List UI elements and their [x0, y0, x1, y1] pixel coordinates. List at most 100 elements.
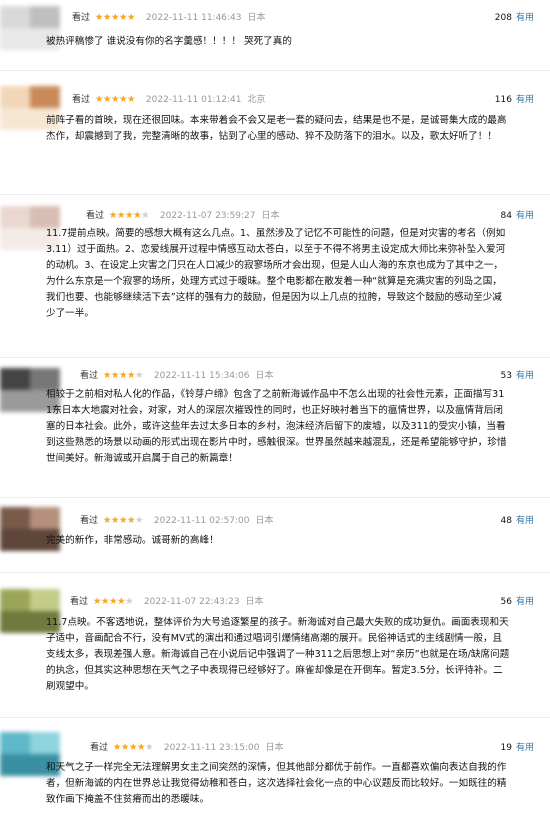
review-content: 和天气之子一样完全无法理解男女主之间突然的深情，但其他部分都优于前作。一直都喜欢… [46, 762, 507, 805]
rating-stars: ★★★★★ [102, 515, 144, 526]
useful-count: 84 [500, 211, 512, 221]
useful-button[interactable]: 有用 [516, 743, 534, 753]
review-item: 看过 ★★★★★ 2022-11-07 23:59:27 日本 84 有用 11.7… [0, 200, 550, 350]
review-time[interactable]: 2022-11-11 23:15:00 [164, 743, 260, 753]
review-item: 看过 ★★★★★ 2022-11-11 01:12:41 北京 116 有用 前阵子… [0, 80, 550, 180]
star-filled-icon: ★ [118, 370, 128, 381]
star-filled-icon: ★ [94, 94, 104, 105]
star-filled-icon: ★ [128, 742, 138, 753]
useful-count: 208 [494, 13, 512, 23]
star-filled-icon: ★ [136, 742, 146, 753]
review-meta: 看过 ★★★★★ 2022-11-11 02:57:00 日本 [80, 513, 274, 529]
star-filled-icon: ★ [102, 370, 112, 381]
review-meta: 看过 ★★★★★ 2022-11-11 11:46:43 日本 [72, 10, 266, 26]
review-time[interactable]: 2022-11-07 23:59:27 [160, 211, 256, 221]
star-filled-icon: ★ [118, 515, 128, 526]
review-location: 北京 [247, 95, 266, 105]
review-item: 看过 ★★★★★ 2022-11-07 22:43:23 日本 56 有用 11.7… [0, 585, 550, 715]
star-filled-icon: ★ [92, 596, 102, 607]
divider [0, 717, 550, 718]
rating-stars: ★★★★★ [94, 12, 136, 23]
review-meta: 看过 ★★★★★ 2022-11-11 23:15:00 日本 [90, 740, 284, 756]
useful-count: 116 [494, 95, 512, 105]
divider [0, 70, 550, 71]
review-meta: 看过 ★★★★★ 2022-11-07 22:43:23 日本 [70, 594, 264, 610]
review-time[interactable]: 2022-11-11 11:46:43 [146, 13, 242, 23]
watch-status: 看过 [80, 371, 99, 381]
star-filled-icon: ★ [118, 94, 128, 105]
star-filled-icon: ★ [108, 210, 118, 221]
review-location: 日本 [245, 597, 264, 607]
useful-vote: 208 有用 [495, 10, 534, 26]
watch-status: 看过 [86, 211, 105, 221]
watch-status: 看过 [72, 13, 91, 23]
useful-count: 53 [500, 371, 512, 381]
star-filled-icon: ★ [100, 596, 110, 607]
useful-vote: 48 有用 [501, 513, 534, 529]
review-time[interactable]: 2022-11-11 15:34:06 [154, 371, 250, 381]
useful-button[interactable]: 有用 [516, 597, 534, 607]
review-content: 被热评稿惨了 谁说没有你的名字羹感！！！！ 哭死了真的 [46, 36, 292, 47]
star-filled-icon: ★ [94, 12, 104, 23]
useful-vote: 19 有用 [501, 740, 534, 756]
useful-vote: 53 有用 [501, 368, 534, 384]
star-filled-icon: ★ [108, 596, 118, 607]
useful-count: 48 [500, 516, 512, 526]
review-meta: 看过 ★★★★★ 2022-11-11 01:12:41 北京 [72, 92, 266, 108]
review-time[interactable]: 2022-11-11 01:12:41 [146, 95, 242, 105]
useful-count: 19 [500, 743, 512, 753]
divider [0, 572, 550, 573]
useful-button[interactable]: 有用 [516, 95, 534, 105]
review-location: 日本 [265, 743, 284, 753]
star-filled-icon: ★ [110, 12, 120, 23]
review-time[interactable]: 2022-11-07 22:43:23 [144, 597, 240, 607]
star-filled-icon: ★ [127, 12, 136, 23]
divider [0, 497, 550, 498]
useful-button[interactable]: 有用 [516, 13, 534, 23]
divider [0, 357, 550, 358]
rating-stars: ★★★★★ [94, 94, 136, 105]
review-location: 日本 [255, 371, 274, 381]
star-empty-icon: ★ [125, 596, 134, 607]
star-filled-icon: ★ [118, 12, 128, 23]
review-item: 看过 ★★★★★ 2022-11-11 02:57:00 日本 48 有用 完美的新… [0, 503, 550, 563]
rating-stars: ★★★★★ [102, 370, 144, 381]
useful-button[interactable]: 有用 [516, 371, 534, 381]
review-time[interactable]: 2022-11-11 02:57:00 [154, 516, 250, 526]
star-filled-icon: ★ [110, 515, 120, 526]
star-filled-icon: ★ [120, 742, 130, 753]
review-content: 相较于之前相对私人化的作品，《铃芽户缔》包含了之前新海诚作品中不怎么出现的社会性… [46, 389, 507, 464]
rating-stars: ★★★★★ [112, 742, 154, 753]
star-filled-icon: ★ [126, 515, 136, 526]
star-filled-icon: ★ [116, 210, 126, 221]
star-filled-icon: ★ [112, 742, 122, 753]
review-content: 11.7点映。不客透地说，整体评价为大号追逐繁星的孩子。新海诚对自己最大失败的成… [46, 617, 510, 692]
star-filled-icon: ★ [116, 596, 126, 607]
review-content: 11.7提前点映。简要的感想大概有这么几点。1、虽然涉及了记忆不可能性的问题，但… [46, 228, 506, 319]
rating-stars: ★★★★★ [108, 210, 150, 221]
review-item: 看过 ★★★★★ 2022-11-11 23:15:00 日本 19 有用 和天气之… [0, 730, 550, 829]
star-empty-icon: ★ [141, 210, 150, 221]
review-meta: 看过 ★★★★★ 2022-11-07 23:59:27 日本 [86, 208, 280, 224]
star-filled-icon: ★ [127, 94, 136, 105]
star-filled-icon: ★ [102, 515, 112, 526]
star-filled-icon: ★ [110, 94, 120, 105]
useful-button[interactable]: 有用 [516, 516, 534, 526]
review-list: 看过 ★★★★★ 2022-11-11 11:46:43 日本 208 有用 被热评… [0, 0, 550, 829]
watch-status: 看过 [80, 516, 99, 526]
star-filled-icon: ★ [110, 370, 120, 381]
star-empty-icon: ★ [145, 742, 154, 753]
useful-vote: 84 有用 [501, 208, 534, 224]
review-location: 日本 [247, 13, 266, 23]
review-location: 日本 [255, 516, 274, 526]
watch-status: 看过 [90, 743, 109, 753]
rating-stars: ★★★★★ [92, 596, 134, 607]
useful-vote: 56 有用 [501, 594, 534, 610]
watch-status: 看过 [70, 597, 89, 607]
star-filled-icon: ★ [102, 94, 112, 105]
useful-button[interactable]: 有用 [516, 211, 534, 221]
useful-count: 56 [500, 597, 512, 607]
star-filled-icon: ★ [124, 210, 134, 221]
star-filled-icon: ★ [132, 210, 142, 221]
useful-vote: 116 有用 [495, 92, 534, 108]
